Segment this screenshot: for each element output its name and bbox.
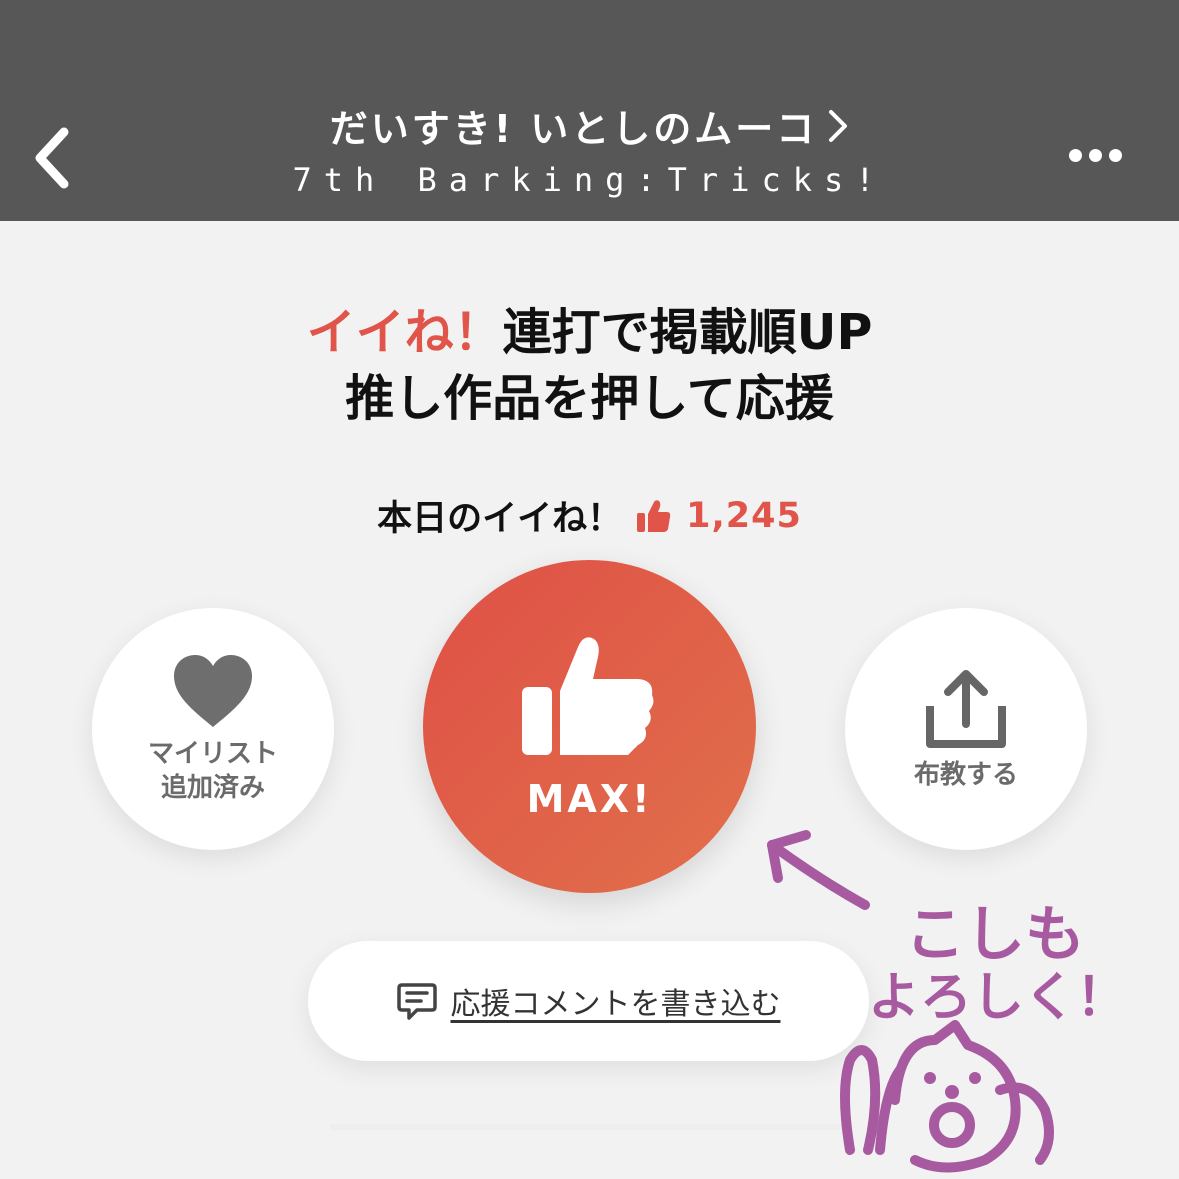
- mylist-button[interactable]: マイリスト 追加済み: [92, 608, 334, 850]
- mylist-label-line-1: マイリスト: [147, 739, 278, 769]
- heart-icon: [174, 655, 252, 727]
- more-dot: [1088, 148, 1102, 162]
- bottom-divider: [330, 1124, 850, 1130]
- doodle-dog-left-ear: [840, 1045, 881, 1155]
- doodle-arrow: [767, 840, 870, 910]
- today-count: 1,245: [686, 495, 802, 536]
- doodle-dog-right-ear: [875, 1065, 905, 1155]
- doodle-dog-right-side: [995, 1082, 1054, 1165]
- doodle-arrowhead: [767, 830, 811, 883]
- headline-line-2: 推し作品を押して応援: [345, 370, 834, 427]
- mylist-label-line-2: 追加済み: [160, 773, 265, 803]
- chevron-right-icon: [829, 109, 848, 142]
- headline-accent: イイね！: [306, 304, 503, 361]
- series-title: だいすき! いとしのムーコ: [329, 107, 818, 151]
- today-like-count: 本日のイイね！ 1,245: [0, 490, 1179, 541]
- thumbs-up-icon: [637, 499, 671, 532]
- today-label: 本日のイイね！: [377, 499, 623, 539]
- like-status-label: MAX!: [526, 776, 653, 821]
- doodle-dog-mouth: [929, 1102, 975, 1148]
- mylist-label: マイリスト 追加済み: [148, 737, 278, 805]
- write-comment-button[interactable]: 応援コメントを書き込む: [308, 941, 869, 1061]
- doodle-text-line-2: よろしく！: [868, 968, 1128, 1028]
- share-icon: [926, 670, 1006, 748]
- share-button[interactable]: 布教する: [845, 608, 1087, 850]
- write-comment-label: 応援コメントを書き込む: [450, 987, 781, 1022]
- more-dot: [1108, 148, 1122, 162]
- doodle-dog-nose: [945, 1085, 959, 1099]
- comment-icon: [396, 983, 437, 1020]
- share-label: 布教する: [913, 760, 1018, 790]
- headline: イイね！連打で掲載順UP 推し作品を押して応援: [0, 300, 1179, 432]
- series-title-link[interactable]: だいすき! いとしのムーコ: [330, 98, 850, 153]
- doodle-dog-eye-right: [969, 1072, 981, 1084]
- doodle-dog-eye-left: [924, 1072, 936, 1084]
- headline-line-1-rest: 連打で掲載順UP: [502, 304, 873, 361]
- doodle-text-line-1: こしも: [905, 900, 1085, 970]
- app-header: だいすき! いとしのムーコ 7th Barking:Tricks!: [0, 0, 1179, 221]
- title-block: だいすき! いとしのムーコ 7th Barking:Tricks!: [0, 98, 1179, 199]
- headline-line-1: イイね！連打で掲載順UP: [0, 300, 1179, 366]
- thumbs-up-icon: [521, 636, 653, 755]
- more-button[interactable]: [1060, 135, 1130, 175]
- doodle-dog-head: [890, 1020, 1021, 1173]
- more-horizontal-icon: [1068, 148, 1082, 162]
- episode-subtitle: 7th Barking:Tricks!: [292, 161, 887, 199]
- like-button[interactable]: MAX!: [423, 560, 756, 893]
